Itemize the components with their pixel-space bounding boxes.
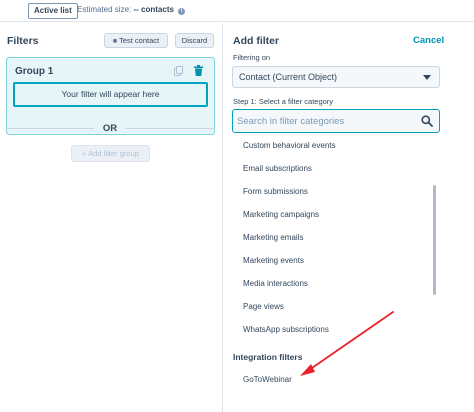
integration-filters-header: Integration filters [233, 352, 303, 362]
discard-button[interactable]: Discard [175, 33, 214, 48]
category-item[interactable]: Custom behavioral events [243, 141, 336, 150]
test-contact-button[interactable]: ■ Test contact [104, 33, 168, 48]
estimated-size-value: -- contacts [133, 5, 174, 14]
trash-icon[interactable] [194, 65, 203, 76]
person-icon: ■ [112, 38, 118, 45]
category-item[interactable]: Marketing campaigns [243, 210, 319, 219]
list-type-badge[interactable]: Active list [28, 3, 78, 19]
cancel-link[interactable]: Cancel [413, 35, 444, 46]
dropdown-caret-icon [423, 75, 431, 80]
filtering-on-label: Filtering on [233, 53, 271, 62]
category-item[interactable]: Media interactions [243, 279, 308, 288]
add-filter-title: Add filter [233, 35, 280, 47]
add-filter-panel: Add filter Cancel Filtering on Contact (… [223, 23, 474, 412]
category-search-input[interactable] [237, 112, 413, 130]
divider [125, 128, 215, 129]
test-contact-label: Test contact [119, 36, 160, 45]
info-icon[interactable]: i [178, 8, 186, 15]
category-item[interactable]: Email subscriptions [243, 164, 312, 173]
estimated-size-label: Estimated size: [77, 5, 132, 14]
category-search [232, 109, 440, 133]
category-item[interactable]: Marketing emails [243, 233, 303, 242]
object-select-value: Contact (Current Object) [239, 72, 338, 82]
search-icon[interactable] [421, 115, 433, 127]
filter-placeholder: Your filter will appear here [13, 82, 208, 107]
filters-panel: Filters ■ Test contact Discard Group 1 Yo… [0, 23, 222, 412]
top-bar: Active list Estimated size: -- contacts … [0, 0, 474, 22]
or-separator: OR [102, 123, 118, 134]
copy-icon[interactable] [174, 66, 183, 76]
category-item[interactable]: WhatsApp subscriptions [243, 325, 329, 334]
scrollbar[interactable] [433, 185, 436, 295]
add-filter-group-button[interactable]: + Add filter group [71, 145, 150, 162]
category-list: Custom behavioral events Email subscript… [223, 137, 474, 412]
filters-title: Filters [7, 35, 39, 47]
divider [6, 128, 94, 129]
integration-item-gotowebinar[interactable]: GoToWebinar [243, 375, 292, 384]
group-title: Group 1 [15, 66, 54, 77]
category-item[interactable]: Form submissions [243, 187, 308, 196]
step-label: Step 1: Select a filter category [233, 97, 334, 106]
object-select[interactable]: Contact (Current Object) [232, 66, 440, 88]
category-item[interactable]: Page views [243, 302, 284, 311]
estimated-size: Estimated size: -- contacts i [77, 5, 186, 15]
category-item[interactable]: Marketing events [243, 256, 304, 265]
